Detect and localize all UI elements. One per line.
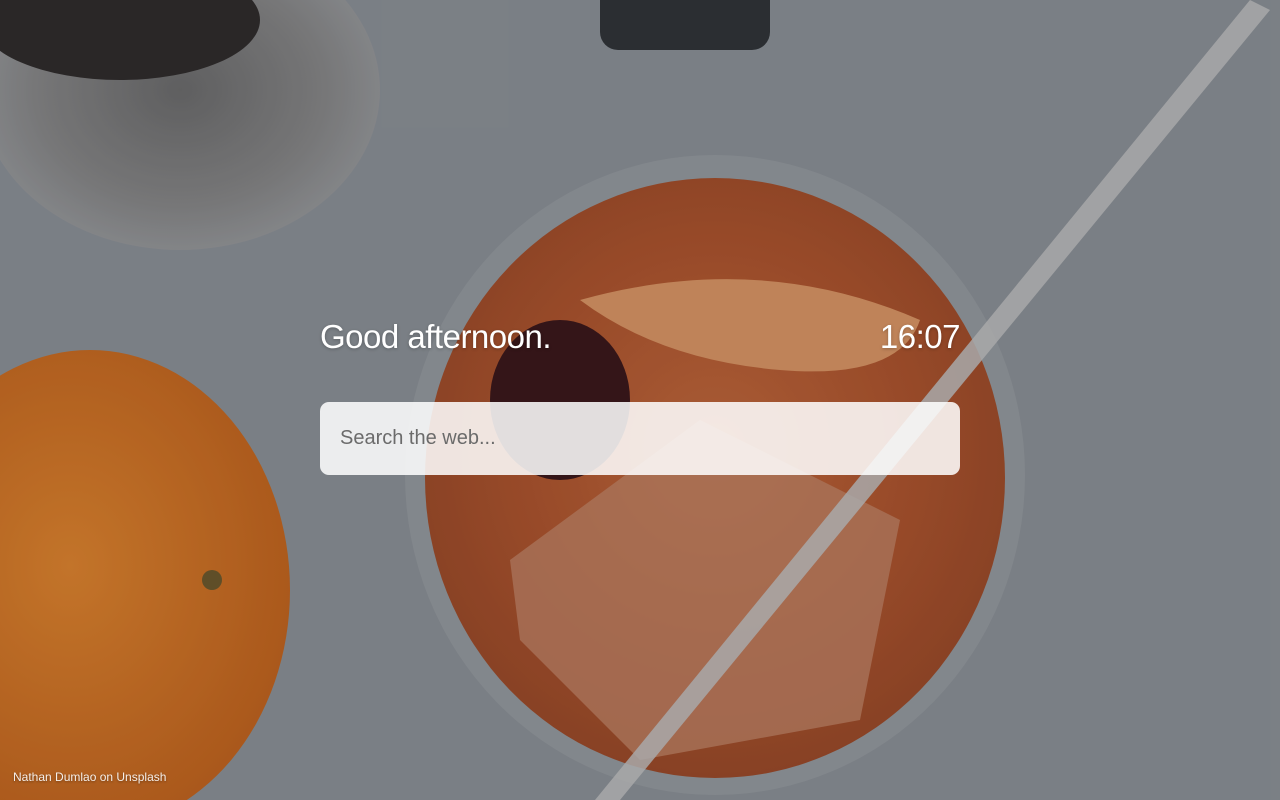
center-panel: Good afternoon. 16:07 bbox=[320, 318, 961, 475]
greeting-text: Good afternoon. bbox=[320, 318, 552, 355]
clock: 16:07 bbox=[879, 318, 961, 355]
photo-credit-link[interactable]: Nathan Dumlao on Unsplash bbox=[13, 770, 166, 784]
greeting-row: Good afternoon. 16:07 bbox=[320, 318, 961, 370]
search-input[interactable] bbox=[338, 426, 942, 451]
new-tab-page: Good afternoon. 16:07 Nathan Dumlao on U… bbox=[0, 0, 1280, 800]
search-box[interactable] bbox=[320, 402, 960, 475]
